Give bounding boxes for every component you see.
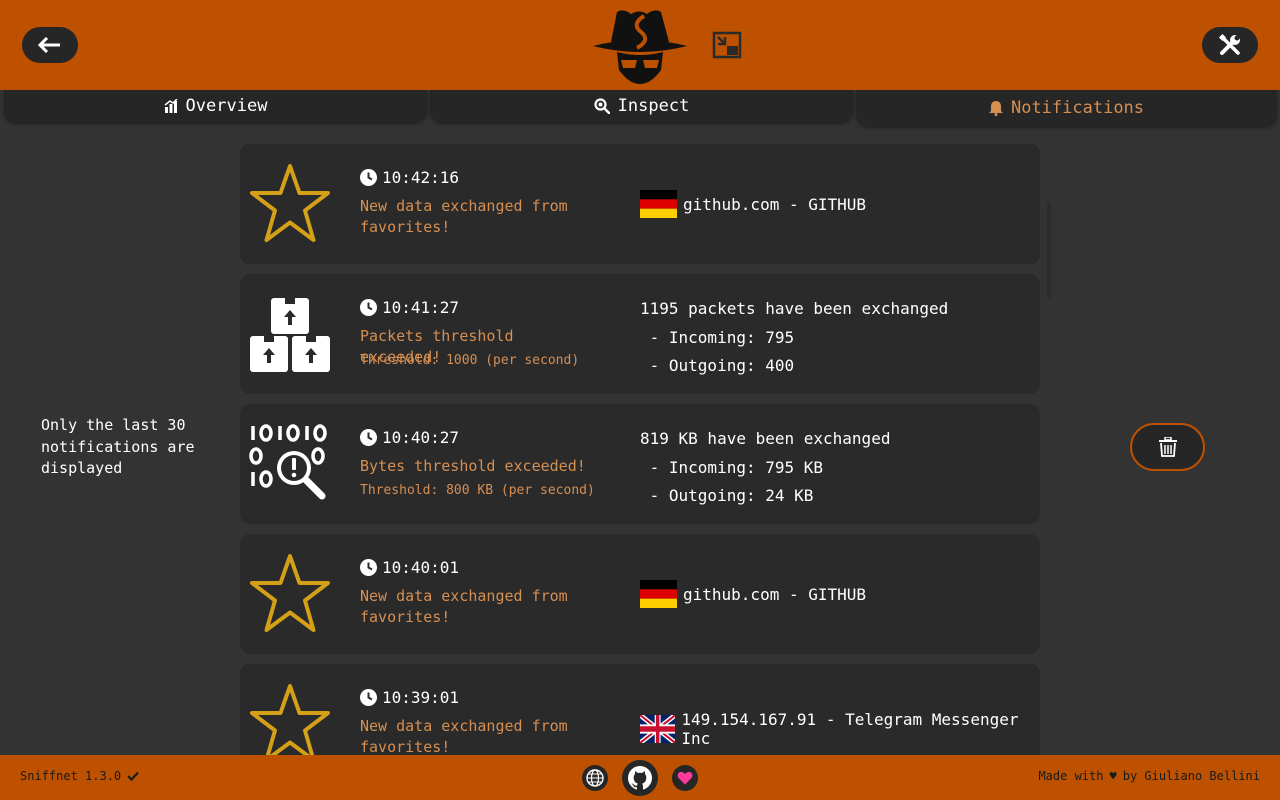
tab-inspect[interactable]: Inspect	[430, 90, 853, 122]
clock-icon	[360, 299, 377, 316]
sniffnet-logo-icon	[593, 10, 687, 84]
star-icon	[250, 164, 330, 242]
binary-search-icon	[249, 424, 327, 500]
chart-icon	[164, 99, 178, 113]
back-button[interactable]	[22, 27, 78, 63]
tab-overview-label: Overview	[185, 96, 268, 116]
notification-card: 10:42:16 New data exchanged from favorit…	[240, 144, 1040, 264]
star-icon	[250, 554, 330, 632]
credits-author: by Giuliano Bellini	[1122, 769, 1260, 783]
website-link[interactable]	[582, 765, 608, 791]
details-line: - Outgoing: 24 KB	[640, 486, 814, 505]
checkmark-icon	[127, 771, 139, 781]
flag-de-icon	[640, 190, 677, 218]
wrench-screwdriver-icon	[1218, 33, 1240, 55]
notification-title: New data exchanged from favorites!	[360, 197, 568, 236]
notification-time-text: 10:39:01	[382, 688, 460, 707]
flag-de-icon	[640, 580, 677, 608]
details-line: - Incoming: 795 KB	[640, 457, 824, 477]
tab-notifications[interactable]: Notifications	[856, 90, 1277, 126]
github-link[interactable]	[622, 760, 658, 796]
packages-icon	[250, 298, 330, 372]
details-line: - Incoming: 795	[640, 327, 795, 347]
notification-card: 10:40:01 New data exchanged from favorit…	[240, 534, 1040, 654]
star-icon	[250, 684, 330, 755]
details-line: 1195 packets have been exchanged	[640, 299, 949, 318]
notification-time-text: 10:40:01	[382, 558, 460, 577]
tab-inspect-label: Inspect	[617, 96, 690, 116]
notifications-limit-note: Only the last 30 notifications are displ…	[41, 416, 195, 477]
details-line: - Outgoing: 400	[640, 356, 795, 375]
clock-icon	[360, 559, 377, 576]
notification-title: New data exchanged from favorites!	[360, 717, 568, 755]
notification-host: 149.154.167.91 - Telegram Messenger Inc	[640, 710, 1040, 748]
settings-button[interactable]	[1202, 27, 1258, 63]
notification-details: 1195 packets have been exchanged - Incom…	[640, 295, 948, 381]
notification-host: github.com - GITHUB	[640, 190, 866, 218]
notification-host-text: github.com - GITHUB	[683, 194, 867, 214]
version-info: Sniffnet 1.3.0	[20, 769, 139, 783]
heart-icon	[677, 771, 693, 785]
heart-icon: ♥	[1109, 769, 1117, 783]
notification-host-text: github.com - GITHUB	[683, 584, 867, 604]
scrollbar[interactable]	[1047, 202, 1051, 298]
notification-time-text: 10:42:16	[382, 168, 460, 187]
notification-host: github.com - GITHUB	[640, 580, 866, 608]
clock-icon	[360, 689, 377, 706]
notification-title: New data exchanged from favorites!	[360, 587, 568, 626]
tab-overview[interactable]: Overview	[4, 90, 427, 122]
notification-time-text: 10:40:27	[382, 428, 460, 447]
notifications-list[interactable]: 10:42:16 New data exchanged from favorit…	[240, 144, 1040, 755]
clock-icon	[360, 429, 377, 446]
details-line: 819 KB have been exchanged	[640, 429, 891, 448]
notification-time: 10:42:16	[360, 168, 459, 187]
notification-details: 819 KB have been exchanged - Incoming: 7…	[640, 425, 890, 511]
arrow-left-icon	[38, 37, 60, 53]
picture-in-picture-icon[interactable]	[712, 31, 742, 59]
notification-time: 10:40:27	[360, 428, 459, 447]
trash-icon	[1158, 437, 1177, 457]
header	[0, 0, 1280, 90]
notification-time: 10:41:27	[360, 298, 459, 317]
notification-card: 10:39:01 New data exchanged from favorit…	[240, 664, 1040, 755]
version-text: Sniffnet 1.3.0	[20, 769, 122, 783]
sponsor-link[interactable]	[672, 765, 698, 791]
notification-threshold: Threshold: 800 KB (per second)	[360, 483, 595, 498]
tab-notifications-label: Notifications	[1010, 98, 1145, 118]
github-icon	[628, 766, 652, 790]
credits: Made with ♥ by Giuliano Bellini	[1038, 769, 1260, 783]
clear-notifications-button[interactable]	[1130, 423, 1205, 471]
globe-icon	[586, 769, 604, 787]
notification-time: 10:40:01	[360, 558, 459, 577]
flag-gb-icon	[640, 715, 676, 743]
notification-title: Bytes threshold exceeded!	[360, 457, 586, 475]
bell-icon	[988, 101, 1003, 116]
clock-icon	[360, 169, 377, 186]
notification-threshold: Threshold: 1000 (per second)	[360, 353, 580, 368]
notification-card: 10:41:27 Packets threshold exceeded! Thr…	[240, 274, 1040, 394]
notification-time-text: 10:41:27	[382, 298, 460, 317]
credits-prefix: Made with	[1038, 769, 1104, 783]
magnifier-icon	[594, 98, 610, 114]
notification-card: 10:40:27 Bytes threshold exceeded! Thres…	[240, 404, 1040, 524]
notification-time: 10:39:01	[360, 688, 459, 707]
notification-host-text: 149.154.167.91 - Telegram Messenger Inc	[681, 710, 1019, 748]
